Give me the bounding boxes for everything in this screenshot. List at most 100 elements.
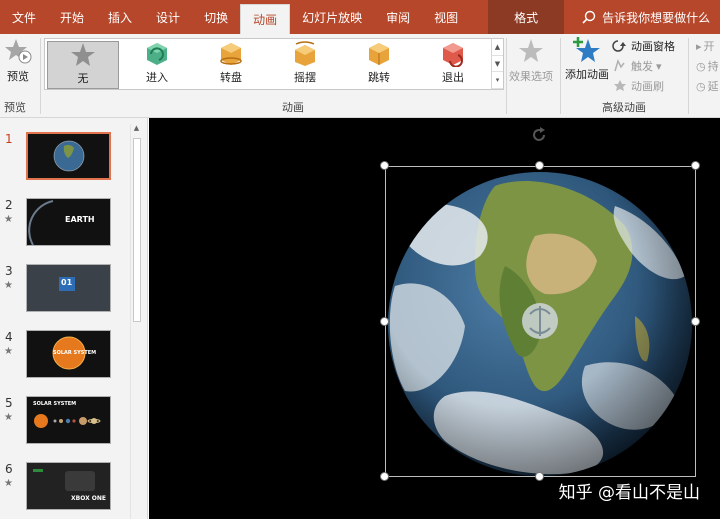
slide-4-caption: SOLAR SYSTEM	[53, 350, 97, 356]
slide-thumbnail-pane: 1 2 ★ EARTH 3 ★ 01 4 ★ SOLAR SYSTEM 5 ★ …	[0, 118, 148, 519]
anim-none-label: 无	[77, 72, 89, 85]
tab-insert[interactable]: 插入	[96, 0, 144, 34]
slide-editing-canvas[interactable]: 知乎 @看山不是山	[149, 118, 720, 519]
effect-star-icon	[519, 39, 543, 62]
resize-handle-top-left[interactable]	[380, 161, 389, 170]
slide-preview[interactable]: SOLAR SYSTEM	[26, 396, 111, 444]
anim-exit[interactable]: 退出	[417, 41, 489, 89]
timing-delay[interactable]: ◷ 延	[696, 76, 720, 96]
animation-star-icon: ★	[4, 280, 13, 291]
timing-delay-label: 延	[707, 80, 719, 93]
slide-thumbnail-4[interactable]: 4 ★ SOLAR SYSTEM	[0, 330, 130, 388]
trigger-dropdown-icon: ▾	[656, 59, 662, 73]
anim-none[interactable]: 无	[47, 41, 119, 89]
slide-preview[interactable]	[26, 132, 111, 180]
tab-review[interactable]: 审阅	[374, 0, 422, 34]
add-star-icon	[573, 37, 600, 62]
gallery-more-icon[interactable]: ▾	[492, 72, 503, 90]
anim-exit-label: 退出	[442, 71, 464, 84]
trigger-icon	[614, 59, 625, 72]
resize-handle-right[interactable]	[691, 317, 700, 326]
slide-preview[interactable]: SOLAR SYSTEM	[26, 330, 111, 378]
scrollbar-thumb[interactable]	[133, 138, 141, 322]
timing-delay-icon: ◷	[696, 79, 706, 93]
anim-jump-label: 跳转	[368, 71, 390, 84]
timing-duration[interactable]: ◷ 持	[696, 56, 720, 76]
animation-painter-button[interactable]: 动画刷	[612, 76, 682, 96]
slide-thumbnail-3[interactable]: 3 ★ 01	[0, 264, 130, 322]
gallery-up-icon[interactable]: ▲	[492, 39, 503, 56]
gallery-scrollbar[interactable]: ▲ ▼ ▾	[491, 39, 503, 90]
box-exit-icon	[443, 43, 463, 67]
preview-button[interactable]: 预览	[0, 38, 36, 96]
preview-group-label: 预览	[4, 101, 26, 114]
slide-thumbnail-1[interactable]: 1	[0, 132, 130, 190]
timing-duration-label: 持	[707, 60, 719, 73]
slide-thumbnail-5[interactable]: 5 ★ SOLAR SYSTEM	[0, 396, 130, 454]
timing-duration-icon: ◷	[696, 59, 706, 73]
slide-number: 3	[5, 264, 13, 278]
tell-me-box[interactable]: 告诉我你想要做什么	[582, 0, 710, 34]
trigger-button[interactable]: 触发 ▾	[612, 56, 682, 76]
slide-thumbnail-2[interactable]: 2 ★ EARTH	[0, 198, 130, 256]
slide-preview[interactable]: XBOX ONE	[26, 462, 111, 510]
scroll-up-icon[interactable]: ▲	[131, 124, 142, 136]
slide-6-caption: XBOX ONE	[71, 495, 107, 502]
resize-handle-top[interactable]	[535, 161, 544, 170]
anim-jump[interactable]: 跳转	[343, 41, 415, 89]
anim-enter-label: 进入	[146, 71, 168, 84]
slide-2-caption: EARTH	[65, 215, 95, 224]
anim-swing[interactable]: 摇摆	[269, 41, 341, 89]
group-divider	[506, 38, 507, 114]
tab-file[interactable]: 文件	[0, 0, 48, 34]
tab-transitions[interactable]: 切换	[192, 0, 240, 34]
tab-animations[interactable]: 动画	[240, 4, 291, 34]
anim-spin[interactable]: 转盘	[195, 41, 267, 89]
timing-start[interactable]: ▸ 开	[696, 36, 720, 56]
add-animation-button[interactable]: 添加动画	[564, 36, 610, 98]
effect-options-label: 效果选项	[509, 70, 553, 83]
resize-handle-left[interactable]	[380, 317, 389, 326]
slide-thumbnail-6[interactable]: 6 ★ XBOX ONE	[0, 462, 130, 519]
slide-5-caption: SOLAR SYSTEM	[33, 401, 77, 407]
slide-number: 5	[5, 396, 13, 410]
animation-star-icon: ★	[4, 478, 13, 489]
animation-star-icon: ★	[4, 346, 13, 357]
trigger-label: 触发	[631, 60, 653, 73]
animation-gallery: 无 进入 转盘 摇摆 跳转 退出 ▲ ▼ ▾	[44, 38, 504, 90]
group-divider	[688, 38, 689, 114]
search-icon	[582, 10, 596, 24]
add-animation-label: 添加动画	[565, 68, 609, 81]
animation-painter-label: 动画刷	[631, 80, 664, 93]
resize-handle-bottom-left[interactable]	[380, 472, 389, 481]
slide-number: 4	[5, 330, 13, 344]
animation-group-label: 动画	[282, 101, 304, 114]
thumbnail-scrollbar[interactable]: ▲	[130, 124, 142, 519]
slide-3-caption: 01	[61, 278, 73, 287]
painter-icon	[614, 80, 626, 91]
effect-options-button[interactable]: 效果选项	[508, 38, 554, 98]
slide-number: 6	[5, 462, 13, 476]
tab-view[interactable]: 视图	[422, 0, 470, 34]
group-divider	[40, 38, 41, 114]
tab-home[interactable]: 开始	[48, 0, 96, 34]
advanced-animation-group-label: 高级动画	[602, 101, 646, 114]
box-spin-icon	[220, 43, 242, 65]
animation-pane-label: 动画窗格	[631, 40, 675, 53]
resize-handle-top-right[interactable]	[691, 161, 700, 170]
animation-pane-button[interactable]: 动画窗格	[612, 36, 682, 56]
tab-design[interactable]: 设计	[144, 0, 192, 34]
slide-preview[interactable]: EARTH	[26, 198, 111, 246]
slide-preview[interactable]: 01	[26, 264, 111, 312]
animation-star-icon: ★	[4, 412, 13, 423]
anim-spin-label: 转盘	[220, 71, 242, 84]
image-selection-box[interactable]	[385, 166, 696, 477]
preview-star-icon	[5, 39, 32, 64]
slide-number: 1	[5, 132, 13, 146]
gallery-down-icon[interactable]: ▼	[492, 56, 503, 73]
resize-handle-bottom[interactable]	[535, 472, 544, 481]
tab-format[interactable]: 格式	[488, 0, 565, 34]
anim-enter[interactable]: 进入	[121, 41, 193, 89]
tab-slideshow[interactable]: 幻灯片放映	[290, 0, 374, 34]
rotate-handle-icon[interactable]	[530, 126, 548, 144]
